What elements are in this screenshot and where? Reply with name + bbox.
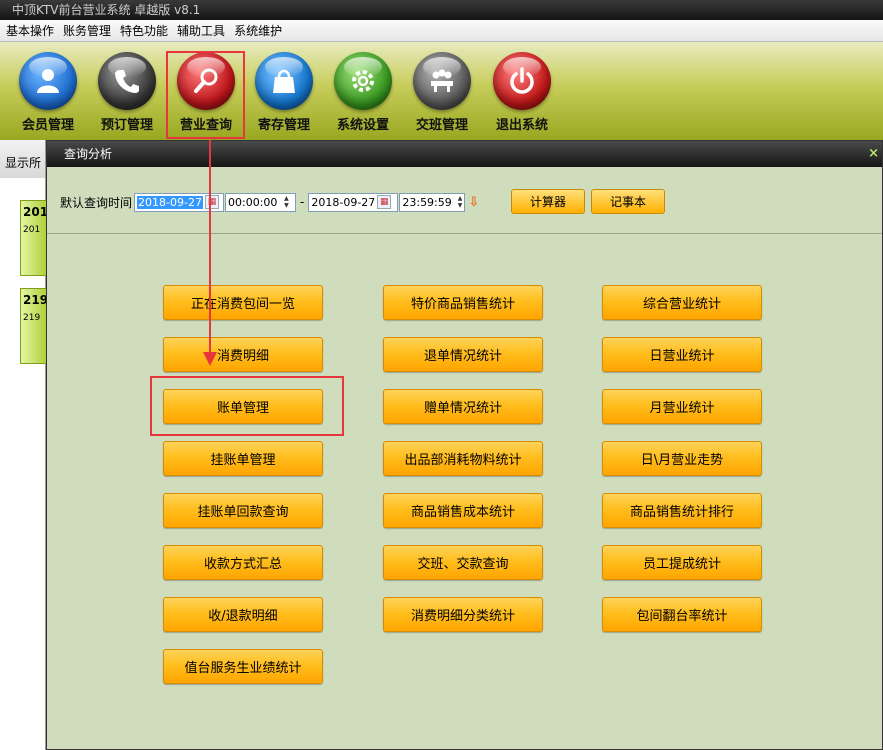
query-btn-overall-business[interactable]: 综合营业统计 [602, 285, 762, 320]
query-btn-consumption-detail[interactable]: 消费明细 [163, 337, 323, 372]
dialog-title: 查询分析 [64, 147, 113, 161]
menu-accounts[interactable]: 账务管理 [63, 22, 111, 39]
calendar-icon[interactable]: ▦ [204, 195, 219, 209]
query-btn-daily-business[interactable]: 日营业统计 [602, 337, 762, 372]
toolbar-shift-button[interactable]: 交班管理 [407, 52, 477, 138]
toolbar-member-button[interactable]: 会员管理 [13, 52, 83, 138]
toolbar-booking-button[interactable]: 预订管理 [92, 52, 162, 138]
query-btn-staff-commission[interactable]: 员工提成统计 [602, 545, 762, 580]
start-time-value: 00:00:00 [228, 195, 278, 209]
query-btn-waiter-performance[interactable]: 值台服务生业绩统计 [163, 649, 323, 684]
power-icon [493, 52, 551, 110]
end-date-value: 2018-09-27 [311, 195, 376, 209]
toolbar-label: 交班管理 [415, 118, 468, 133]
start-date-field[interactable]: 2018-09-27 ▦ [134, 192, 225, 212]
room-sub: 201 [23, 225, 41, 235]
date-separator: - [300, 195, 305, 209]
menu-basic-ops[interactable]: 基本操作 [6, 22, 54, 39]
divider [47, 233, 882, 234]
query-btn-consuming-rooms[interactable]: 正在消费包间一览 [163, 285, 323, 320]
dialog-title-bar: 查询分析 × [47, 141, 882, 167]
phone-icon [98, 52, 156, 110]
query-btn-monthly-business[interactable]: 月营业统计 [602, 389, 762, 424]
notepad-button[interactable]: 记事本 [591, 189, 665, 214]
room-number: 201 [23, 205, 49, 219]
gear-icon [334, 52, 392, 110]
toolbar-settings-button[interactable]: 系统设置 [328, 52, 398, 138]
end-time-field[interactable]: 23:59:59 ▲ ▼ [399, 192, 466, 212]
start-date-value: 2018-09-27 [137, 195, 203, 209]
menu-bar: 基本操作 账务管理 特色功能 辅助工具 系统维护 [0, 20, 883, 42]
query-btn-special-goods[interactable]: 特价商品销售统计 [383, 285, 543, 320]
close-icon[interactable]: × [868, 141, 879, 167]
window-title: 中顶KTV前台营业系统 卓越版 v8.1 [0, 0, 883, 20]
query-btn-sales-ranking[interactable]: 商品销售统计排行 [602, 493, 762, 528]
query-btn-credit-bills[interactable]: 挂账单管理 [163, 441, 323, 476]
toolbar-storage-button[interactable]: 寄存管理 [249, 52, 319, 138]
calendar-icon[interactable]: ▦ [377, 195, 392, 209]
query-btn-shift-payment[interactable]: 交班、交款查询 [383, 545, 543, 580]
annotation-highlight-bill [150, 376, 344, 436]
spinner-icon[interactable]: ▲ ▼ [456, 195, 465, 209]
toolbar-label: 退出系统 [495, 118, 548, 133]
end-date-field[interactable]: 2018-09-27 ▦ [308, 192, 399, 212]
meeting-icon [413, 52, 471, 110]
room-number: 219 [23, 293, 49, 307]
query-time-row: 默认查询时间 2018-09-27 ▦ 00:00:00 ▲ ▼ - 2018-0… [60, 191, 479, 213]
toolbar-label: 系统设置 [336, 118, 389, 133]
query-btn-material-consumption[interactable]: 出品部消耗物料统计 [383, 441, 543, 476]
query-btn-consumption-category[interactable]: 消费明细分类统计 [383, 597, 543, 632]
query-btn-payment-summary[interactable]: 收款方式汇总 [163, 545, 323, 580]
annotation-highlight-query [166, 51, 245, 139]
calculator-button[interactable]: 计算器 [511, 189, 585, 214]
menu-maintenance[interactable]: 系统维护 [234, 22, 282, 39]
room-panel-header: 显示所 [0, 140, 45, 178]
query-time-label: 默认查询时间 [60, 195, 133, 210]
query-btn-business-trend[interactable]: 日\月营业走势 [602, 441, 762, 476]
main-toolbar: 会员管理 预订管理 营业查询 寄存管理 系统设置 交班管理 退出系统 [0, 42, 883, 140]
toolbar-label: 寄存管理 [257, 118, 310, 133]
menu-tools[interactable]: 辅助工具 [177, 22, 225, 39]
download-arrow-icon[interactable]: ⇩ [468, 195, 479, 210]
query-btn-credit-repayment[interactable]: 挂账单回款查询 [163, 493, 323, 528]
start-time-field[interactable]: 00:00:00 ▲ ▼ [225, 192, 297, 212]
query-btn-receipt-refund[interactable]: 收/退款明细 [163, 597, 323, 632]
toolbar-label: 预订管理 [100, 118, 153, 133]
bag-icon [255, 52, 313, 110]
toolbar-exit-button[interactable]: 退出系统 [487, 52, 557, 138]
room-sub: 219 [23, 313, 41, 323]
query-btn-gift-stats[interactable]: 赠单情况统计 [383, 389, 543, 424]
query-btn-refund-stats[interactable]: 退单情况统计 [383, 337, 543, 372]
room-panel: 显示所 201 201 219 219 [0, 140, 50, 750]
query-btn-room-turnover[interactable]: 包间翻台率统计 [602, 597, 762, 632]
end-time-value: 23:59:59 [402, 195, 452, 209]
toolbar-label: 会员管理 [21, 118, 74, 133]
spinner-icon[interactable]: ▲ ▼ [281, 195, 291, 209]
menu-features[interactable]: 特色功能 [120, 22, 168, 39]
query-btn-sales-cost[interactable]: 商品销售成本统计 [383, 493, 543, 528]
member-icon [19, 52, 77, 110]
